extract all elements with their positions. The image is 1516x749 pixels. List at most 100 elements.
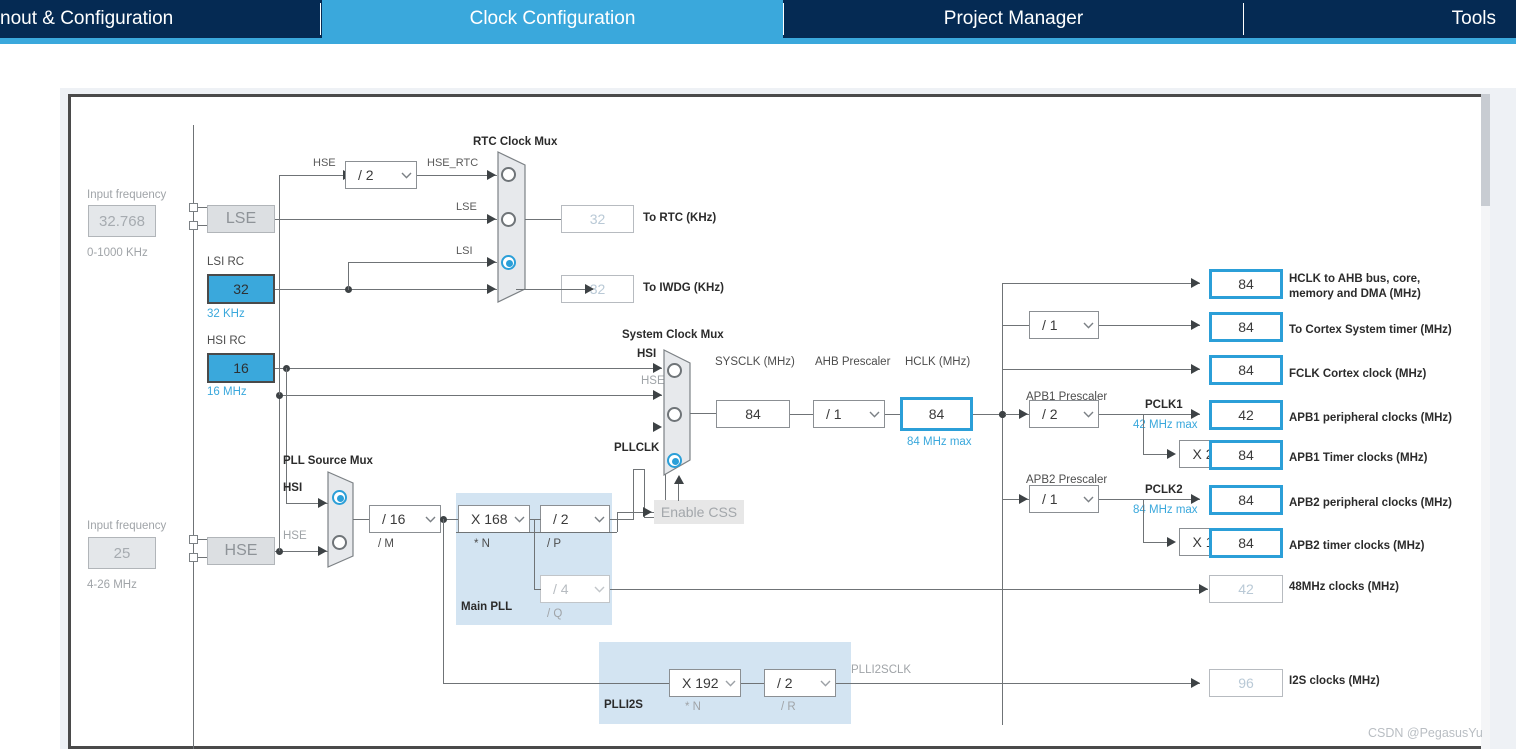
output-box-apb2-timer[interactable]: 84 xyxy=(1209,528,1283,558)
apb1-prescaler-select[interactable]: / 2 xyxy=(1029,400,1099,428)
canvas-vertical-scrollbar-thumb[interactable] xyxy=(1481,94,1490,206)
chevron-down-icon xyxy=(815,670,835,696)
output-label-i2s-clocks: I2S clocks (MHz) xyxy=(1289,675,1380,687)
n-to-q-horizontal xyxy=(534,589,541,590)
main-tabbar: nout & Configuration Clock Configuration… xyxy=(0,0,1516,38)
apb1-timer-mult-arrow xyxy=(1167,449,1176,459)
main-pll-n-caption: * N xyxy=(474,538,490,550)
hclk-max-label: 84 MHz max xyxy=(907,436,972,448)
pll-mux-hsi-input-label: HSI xyxy=(283,482,303,494)
output-box-hclk-ahb[interactable]: 84 xyxy=(1209,269,1283,299)
output-box-apb1-peripheral[interactable]: 42 xyxy=(1209,400,1283,430)
tab-tools[interactable]: Tools xyxy=(1244,0,1516,38)
main-pll-q-select[interactable]: / 4 xyxy=(540,575,610,603)
left-rail-wire xyxy=(193,125,194,749)
hse-rtc-output-label: HSE_RTC xyxy=(427,157,479,169)
hse-range-label: 4-26 MHz xyxy=(87,579,137,591)
pll-m-divider-value: / 16 xyxy=(382,511,406,527)
pll-mux-hse-radio[interactable] xyxy=(332,535,347,550)
lsi-rc-title: LSI RC xyxy=(207,256,245,268)
output-label-hclk-ahb-line1: HCLK to AHB bus, core, xyxy=(1289,273,1421,285)
lsi-branch-vertical xyxy=(348,262,349,290)
ahb-to-hclk-wire xyxy=(885,414,901,415)
output-label-cortex-system-timer: To Cortex System timer (MHz) xyxy=(1289,324,1452,336)
tab-pinout-configuration[interactable]: nout & Configuration xyxy=(0,0,322,38)
plli2s-input-horizontal xyxy=(443,683,671,684)
enable-css-arrow xyxy=(674,475,684,484)
lse-pin-top xyxy=(189,203,198,212)
hse-to-rtcdiv-vertical xyxy=(279,175,280,395)
output-box-fclk-cortex[interactable]: 84 xyxy=(1209,355,1283,385)
output-box-apb2-peripheral[interactable]: 84 xyxy=(1209,485,1283,515)
pll-m-divider-select[interactable]: / 16 xyxy=(369,505,441,533)
hclk-label: HCLK (MHz) xyxy=(905,356,971,368)
hse-input-frequency-field[interactable]: 25 xyxy=(88,537,156,569)
chevron-down-icon xyxy=(396,162,416,188)
lsi-rc-sub-label: 32 KHz xyxy=(207,308,245,320)
watermark: CSDN @PegasusYu xyxy=(1368,726,1483,740)
main-pll-p-select[interactable]: / 2 xyxy=(540,505,610,533)
lse-input-frequency-value: 32.768 xyxy=(99,212,145,230)
lse-to-rtcmux-arrow xyxy=(487,214,496,224)
output-box-apb1-timer[interactable]: 84 xyxy=(1209,440,1283,470)
output-value: 84 xyxy=(1238,362,1254,378)
hse-input-frequency-value: 25 xyxy=(113,544,131,562)
chevron-down-icon xyxy=(509,506,529,532)
output-label-fclk-cortex: FCLK Cortex clock (MHz) xyxy=(1289,368,1427,380)
rtc-mux-input-lsi-radio[interactable] xyxy=(501,255,516,270)
rtc-clock-mux-title: RTC Clock Mux xyxy=(473,136,558,148)
hse-oscillator-box[interactable]: HSE xyxy=(207,537,275,565)
hse-to-sysmux-arrow xyxy=(653,390,662,400)
chevron-down-icon xyxy=(589,576,609,602)
hclk-value-box[interactable]: 84 xyxy=(900,397,973,431)
lse-input-frequency-field[interactable]: 32.768 xyxy=(88,205,156,237)
rtc-mux-input-lse-radio[interactable] xyxy=(501,212,516,227)
main-pll-q-value: / 4 xyxy=(553,581,569,597)
sysmux-hsi-radio[interactable] xyxy=(667,363,682,378)
cortex-timer-arrow xyxy=(1191,320,1200,330)
ahb-prescaler-select[interactable]: / 1 xyxy=(813,400,885,428)
sysclk-to-ahb-wire xyxy=(790,414,814,415)
hse-pin-top xyxy=(189,535,198,544)
hse-rtc-divider-select[interactable]: / 2 xyxy=(345,161,417,189)
to-iwdg-arrow xyxy=(585,284,594,294)
output-box-cortex-system-timer[interactable]: 84 xyxy=(1209,312,1283,342)
output-box-48mhz-clocks: 42 xyxy=(1209,575,1283,603)
hse-to-rtcdiv-horizontal xyxy=(279,175,309,176)
fclk-arrow xyxy=(1191,364,1200,374)
cortex-prescaler-input-wire xyxy=(1002,325,1030,326)
sysmux-pllclk-input-label: PLLCLK xyxy=(614,442,660,454)
ahb-prescaler-value: / 1 xyxy=(826,406,842,422)
apb2-timer-branch-vertical xyxy=(1143,499,1144,542)
lse-oscillator-box[interactable]: LSE xyxy=(207,205,275,233)
chevron-down-icon xyxy=(1078,486,1098,512)
chevron-down-icon xyxy=(1078,312,1098,338)
lsi-rc-value-box[interactable]: 32 xyxy=(207,274,275,304)
enable-css-button[interactable]: Enable CSS xyxy=(654,500,744,524)
hse-input-frequency-label: Input frequency xyxy=(87,520,167,532)
ahb-prescaler-label: AHB Prescaler xyxy=(815,356,891,368)
pll-source-mux-title: PLL Source Mux xyxy=(283,455,373,467)
hsi-rc-value-box[interactable]: 16 xyxy=(207,353,275,383)
tab-clock-configuration[interactable]: Clock Configuration xyxy=(322,0,783,38)
hsi-rc-value: 16 xyxy=(233,360,249,376)
main-pll-n-select[interactable]: X 168 xyxy=(458,505,530,533)
tab-project-manager[interactable]: Project Manager xyxy=(784,0,1243,38)
plli2s-r-select[interactable]: / 2 xyxy=(764,669,836,697)
to-iwdg-label: To IWDG (KHz) xyxy=(643,282,724,294)
apb2-prescaler-value: / 1 xyxy=(1042,491,1058,507)
plli2s-n-select[interactable]: X 192 xyxy=(669,669,741,697)
hse-rtc-to-mux-arrow xyxy=(487,170,496,180)
lse-range-label: 0-1000 KHz xyxy=(87,247,148,259)
rtc-mux-input-hse-rtc-radio[interactable] xyxy=(501,167,516,182)
sysclk-value: 84 xyxy=(745,406,761,422)
pll-mux-hsi-radio[interactable] xyxy=(332,490,347,505)
apb2-prescaler-select[interactable]: / 1 xyxy=(1029,485,1099,513)
cortex-system-timer-prescaler-select[interactable]: / 1 xyxy=(1029,311,1099,339)
output-label-48mhz-clocks: 48MHz clocks (MHz) xyxy=(1289,581,1399,593)
apb2-timer-mult-arrow xyxy=(1167,537,1176,547)
sysmux-hse-radio[interactable] xyxy=(667,407,682,422)
sysmux-pllclk-radio[interactable] xyxy=(667,453,682,468)
output-value: 84 xyxy=(1238,276,1254,292)
output-value: 96 xyxy=(1238,675,1254,691)
